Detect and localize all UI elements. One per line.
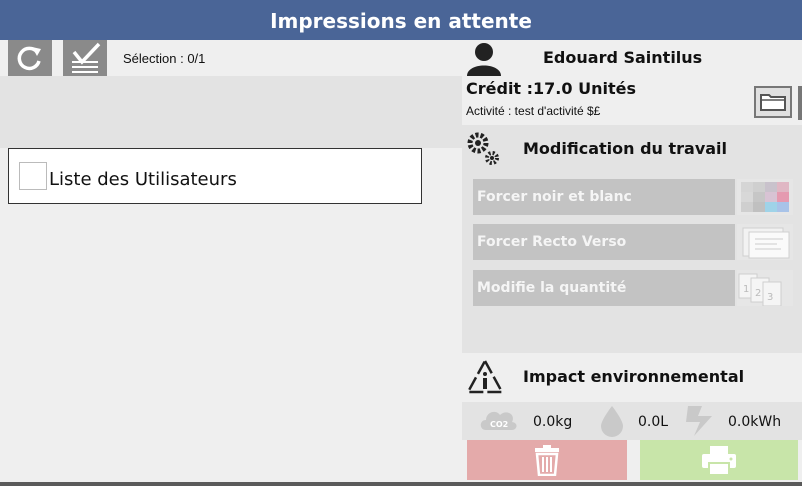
- force-bw-button[interactable]: Forcer noir et blanc: [473, 179, 735, 215]
- selection-count: Sélection : 0/1: [123, 51, 206, 66]
- water-drop-icon: [601, 406, 623, 437]
- activity-label: Activité : test d'activité $£: [466, 104, 601, 118]
- force-duplex-button[interactable]: Forcer Recto Verso: [473, 224, 735, 260]
- refresh-button[interactable]: [8, 40, 52, 76]
- user-list-checkbox[interactable]: [19, 162, 47, 190]
- co2-value: 0.0kg: [533, 414, 573, 430]
- folder-icon: [760, 94, 786, 111]
- svg-text:3: 3: [767, 292, 773, 303]
- co2-cloud-icon: CO2: [480, 411, 517, 430]
- scroll-edge: [798, 86, 802, 120]
- user-list-label: Liste des Utilisateurs: [49, 169, 237, 190]
- environment-title: Impact environnemental: [523, 367, 745, 386]
- svg-text:CO2: CO2: [490, 420, 508, 429]
- refresh-icon: [17, 46, 41, 71]
- list-header-area: [0, 76, 462, 148]
- svg-text:1: 1: [743, 284, 749, 295]
- printer-icon: [702, 446, 736, 476]
- trash-icon: [535, 445, 559, 476]
- water-value: 0.0L: [638, 414, 669, 430]
- duplex-pages-icon: [737, 224, 793, 260]
- folder-button[interactable]: [754, 86, 792, 118]
- user-avatar-icon: [467, 43, 501, 76]
- recycle-info-icon: [466, 359, 504, 394]
- modify-quantity-button[interactable]: Modifie la quantité: [473, 270, 735, 306]
- lightning-icon: [686, 406, 712, 436]
- print-button[interactable]: [640, 440, 798, 480]
- modification-title: Modification du travail: [523, 139, 728, 158]
- select-all-button[interactable]: [63, 40, 107, 76]
- svg-text:2: 2: [755, 288, 761, 299]
- quantity-pages-icon: 1 2 3: [737, 270, 793, 307]
- page-title: Impressions en attente: [0, 0, 802, 40]
- checklist-icon: [72, 42, 101, 73]
- color-palette-icon: [737, 179, 793, 215]
- user-list-item[interactable]: Liste des Utilisateurs: [8, 148, 422, 204]
- bottom-border: [0, 482, 802, 486]
- credit-balance: Crédit :17.0 Unités: [466, 79, 636, 98]
- user-name: Edouard Saintilus: [543, 48, 703, 67]
- delete-button[interactable]: [467, 440, 627, 480]
- energy-value: 0.0kWh: [728, 414, 782, 430]
- gears-icon: [467, 132, 499, 165]
